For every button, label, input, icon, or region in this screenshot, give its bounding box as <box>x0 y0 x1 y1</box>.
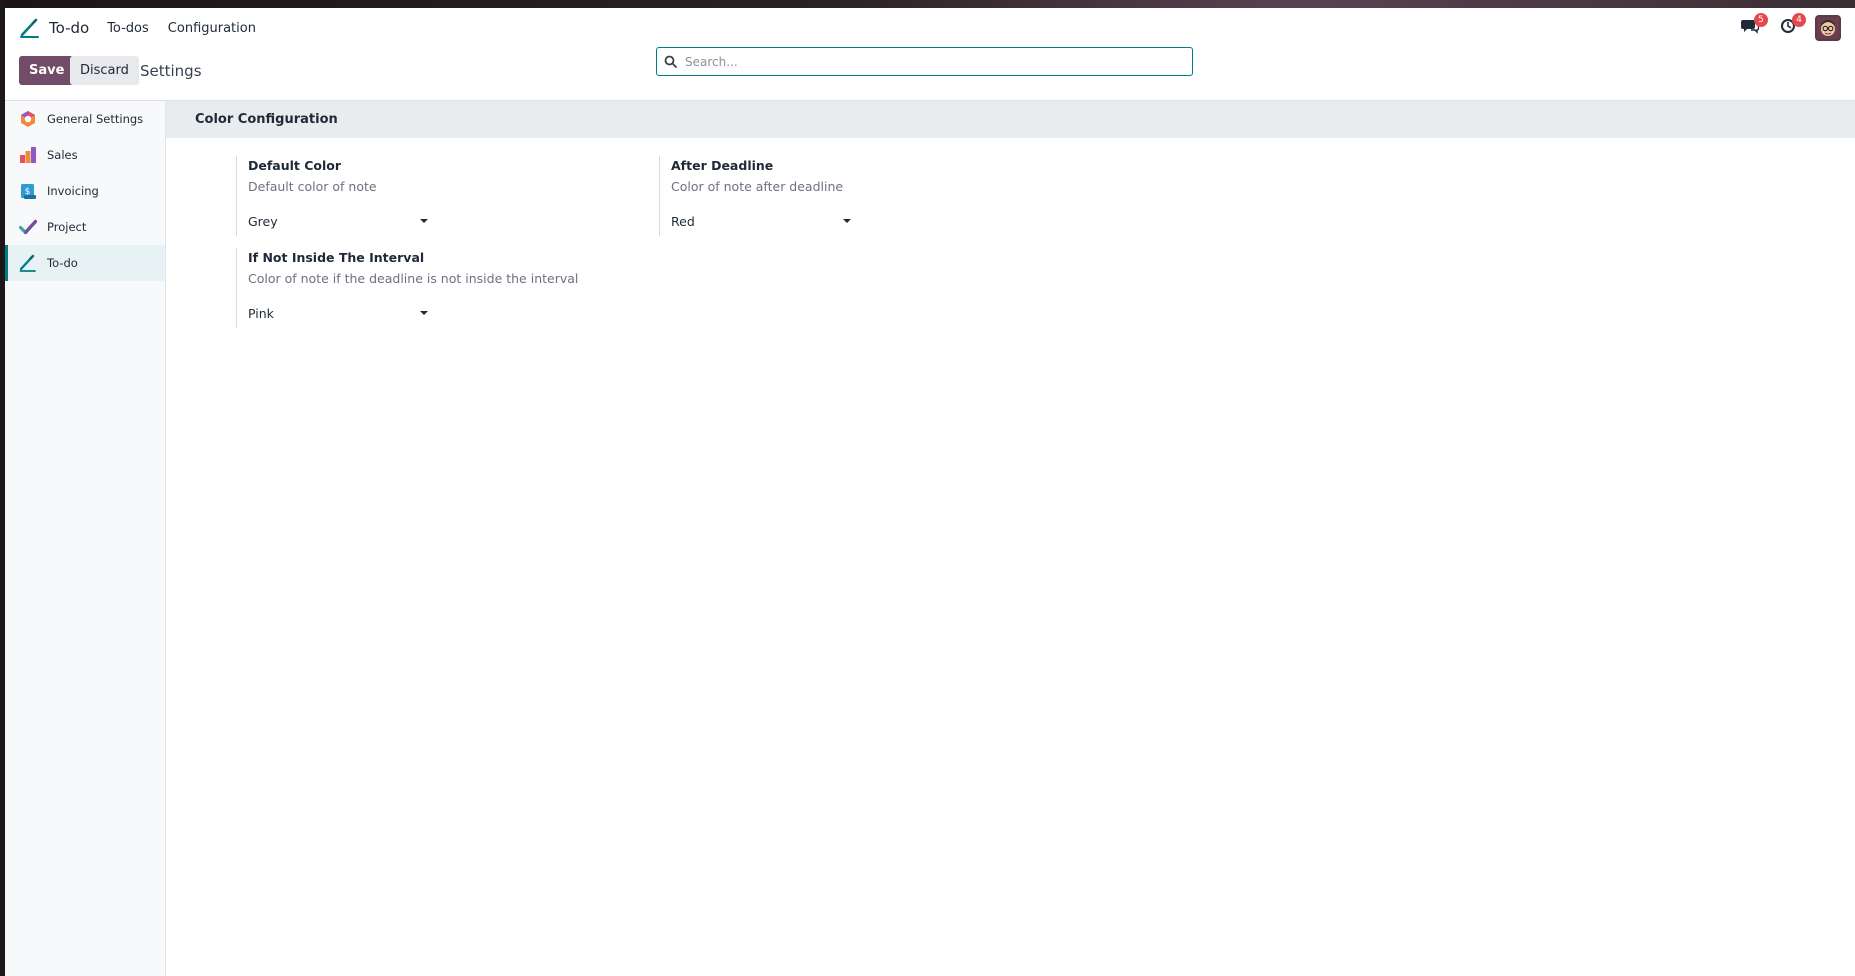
sidebar-item-sales[interactable]: Sales <box>5 137 165 173</box>
discard-button[interactable]: Discard <box>70 56 139 85</box>
section-title: Color Configuration <box>166 101 1855 138</box>
invoicing-icon: $ <box>18 181 38 201</box>
select-value: Grey <box>248 213 278 229</box>
messages-button[interactable]: 5 <box>1737 13 1768 41</box>
search-bar[interactable] <box>656 47 1193 76</box>
sidebar-item-label: Invoicing <box>47 184 99 198</box>
select-value: Red <box>671 213 695 229</box>
activities-button[interactable]: 4 <box>1775 13 1806 41</box>
select-value: Pink <box>248 305 274 321</box>
app-name: To-do <box>49 19 90 37</box>
app-brand[interactable]: To-do <box>19 17 107 39</box>
setting-default-color: Default Color Default color of note Grey <box>236 156 628 236</box>
svg-text:$: $ <box>25 187 31 197</box>
setting-description: Color of note if the deadline is not ins… <box>248 271 579 286</box>
project-icon <box>18 217 38 237</box>
sidebar-item-label: Project <box>47 220 87 234</box>
setting-after-deadline: After Deadline Color of note after deadl… <box>659 156 1051 236</box>
menu-todos[interactable]: To-dos <box>107 21 149 36</box>
setting-not-inside-interval: If Not Inside The Interval Color of note… <box>236 248 628 328</box>
menu-configuration[interactable]: Configuration <box>168 21 256 36</box>
page-title: Settings <box>140 62 202 80</box>
chevron-down-icon <box>420 219 428 223</box>
after-deadline-select[interactable]: Red <box>671 211 851 231</box>
settings-content: Color Configuration Default Color Defaul… <box>166 101 1855 976</box>
chevron-down-icon <box>420 311 428 315</box>
settings-sidebar: General Settings Sales $ Invoicing Proje… <box>5 101 166 976</box>
setting-description: Default color of note <box>248 179 377 194</box>
setting-title: After Deadline <box>671 158 774 173</box>
sidebar-item-label: To-do <box>47 256 78 270</box>
search-icon <box>657 55 683 68</box>
sales-icon <box>18 145 38 165</box>
sidebar-item-project[interactable]: Project <box>5 209 165 245</box>
not-inside-interval-select[interactable]: Pink <box>248 303 428 323</box>
user-avatar[interactable] <box>1815 15 1841 41</box>
chevron-down-icon <box>843 219 851 223</box>
todo-app-icon <box>19 17 41 39</box>
desktop-background <box>0 0 1855 8</box>
sidebar-item-general-settings[interactable]: General Settings <box>5 101 165 137</box>
activities-badge: 4 <box>1792 13 1806 27</box>
systray: 5 4 <box>1725 13 1841 41</box>
sidebar-item-label: General Settings <box>47 112 144 126</box>
default-color-select[interactable]: Grey <box>248 211 428 231</box>
save-button[interactable]: Save <box>19 56 75 85</box>
sidebar-item-invoicing[interactable]: $ Invoicing <box>5 173 165 209</box>
app-window: To-do To-dos Configuration 5 4 Save Disc… <box>5 8 1855 976</box>
todo-icon <box>18 253 38 273</box>
messages-badge: 5 <box>1754 13 1768 27</box>
setting-description: Color of note after deadline <box>671 179 844 194</box>
top-navbar: To-do To-dos Configuration 5 4 <box>5 8 1855 48</box>
general-settings-icon <box>18 109 38 129</box>
setting-title: Default Color <box>248 158 342 173</box>
sidebar-item-label: Sales <box>47 148 78 162</box>
sidebar-item-todo[interactable]: To-do <box>5 245 165 281</box>
setting-title: If Not Inside The Interval <box>248 250 425 265</box>
search-input[interactable] <box>683 48 1192 75</box>
